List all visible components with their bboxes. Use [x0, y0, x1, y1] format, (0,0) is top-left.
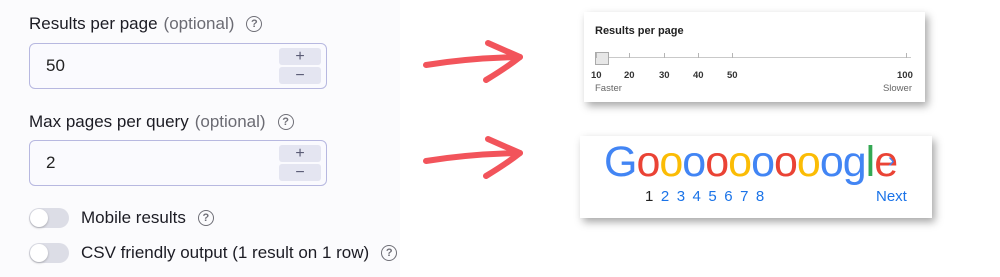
logo-letter: o [819, 138, 844, 186]
help-icon[interactable]: ? [381, 245, 398, 261]
logo-letter: o [728, 138, 752, 186]
help-icon[interactable]: ? [197, 210, 214, 226]
google-logo: Gooooooooogle [604, 138, 898, 187]
slider-thumb[interactable] [595, 52, 609, 65]
csv-output-row: CSV friendly output (1 result on 1 row) … [29, 243, 398, 263]
slider-tick-label: 40 [693, 70, 704, 81]
slider-tick-label: 20 [624, 70, 635, 81]
mobile-results-row: Mobile results ? [29, 208, 214, 228]
logo-letter: o [751, 138, 775, 186]
slider-tick-label: 10 [591, 70, 602, 81]
logo-letter: o [659, 138, 683, 186]
results-per-page-input[interactable]: 50 + − [29, 43, 327, 89]
slider-tick-label: 100 [897, 70, 913, 81]
results-per-page-value[interactable]: 50 [46, 56, 65, 76]
page-link[interactable]: 8 [756, 188, 764, 205]
logo-letter: G [604, 138, 637, 186]
slider-title: Results per page [595, 25, 684, 37]
slider-tick [664, 53, 665, 58]
slider-track[interactable] [596, 57, 911, 58]
mobile-results-toggle[interactable] [29, 208, 69, 228]
slider-tick [596, 53, 597, 58]
faster-label: Faster [595, 83, 622, 94]
logo-letter: o [705, 138, 729, 186]
mobile-results-label: Mobile results [81, 208, 186, 227]
next-link[interactable]: Next [876, 188, 907, 205]
decrement-button[interactable]: − [279, 67, 321, 84]
page-numbers: 12345678 [645, 188, 772, 205]
form-panel: Results per page (optional) ? 50 + − Max… [0, 0, 400, 277]
csv-output-label: CSV friendly output (1 result on 1 row) [81, 243, 370, 262]
slider-tick [629, 53, 630, 58]
page-link[interactable]: 2 [661, 188, 669, 205]
increment-button[interactable]: + [279, 145, 321, 162]
max-pages-value[interactable]: 2 [46, 153, 55, 173]
results-per-page-stepper: + − [279, 48, 321, 84]
results-per-page-label: Results per page [29, 14, 158, 33]
increment-button[interactable]: + [279, 48, 321, 65]
logo-letter: o [636, 138, 660, 186]
logo-letter: l [865, 138, 876, 186]
arrow-right-icon [423, 40, 523, 83]
help-icon[interactable]: ? [277, 114, 294, 130]
slider-tick [906, 53, 907, 58]
page-link: 1 [645, 188, 654, 205]
slider-tick [698, 53, 699, 58]
page-link[interactable]: 6 [724, 188, 732, 205]
max-pages-label-row: Max pages per query (optional) ? [29, 112, 294, 132]
csv-output-toggle[interactable] [29, 243, 69, 263]
page-link[interactable]: 3 [677, 188, 685, 205]
chevron-right-icon[interactable]: › [888, 150, 895, 173]
page-link[interactable]: 7 [740, 188, 748, 205]
help-icon[interactable]: ? [246, 16, 263, 32]
arrow-right-icon [423, 136, 523, 179]
slider-tick-label: 50 [727, 70, 738, 81]
logo-letter: g [842, 138, 867, 186]
slider-tick [732, 53, 733, 58]
pagination-card: Gooooooooogle › 12345678 Next [580, 136, 932, 218]
max-pages-input[interactable]: 2 + − [29, 140, 327, 186]
decrement-button[interactable]: − [279, 164, 321, 181]
results-slider-card: Results per page Faster Slower 10 20 30 40 5… [584, 12, 925, 102]
slower-label: Slower [882, 83, 912, 94]
logo-letter: o [773, 138, 798, 186]
optional-hint: (optional) [163, 14, 235, 33]
optional-hint: (optional) [194, 112, 266, 131]
page-link[interactable]: 4 [693, 188, 701, 205]
logo-letter: o [682, 138, 706, 186]
slider-tick-label: 30 [659, 70, 670, 81]
logo-letter: o [796, 138, 821, 186]
max-pages-label: Max pages per query [29, 112, 189, 131]
results-per-page-label-row: Results per page (optional) ? [29, 14, 263, 34]
max-pages-stepper: + − [279, 145, 321, 181]
page-link[interactable]: 5 [708, 188, 716, 205]
